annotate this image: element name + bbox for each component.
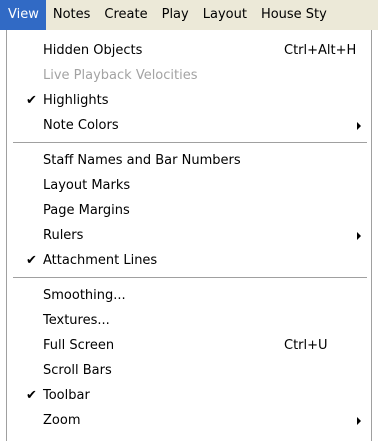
menu-item-label: Hidden Objects — [43, 43, 143, 58]
menubar-item-play[interactable]: Play — [155, 0, 196, 30]
menu-item-label: Full Screen — [43, 338, 115, 353]
menu-item-label: Scroll Bars — [43, 363, 112, 378]
menu-item-label: Rulers — [43, 228, 84, 243]
menubar-item-layout[interactable]: Layout — [196, 0, 254, 30]
menu-separator — [13, 142, 367, 144]
menu-item-label: Zoom — [43, 413, 81, 428]
menu-item-label: Staff Names and Bar Numbers — [43, 153, 241, 168]
menu-item-hidden-objects[interactable]: Hidden Objects Ctrl+Alt+H — [7, 38, 371, 63]
menu-item-rulers[interactable]: Rulers — [7, 223, 371, 248]
menu-item-page-margins[interactable]: Page Margins — [7, 198, 371, 223]
menu-item-label: Highlights — [43, 93, 109, 108]
shortcut-label: Ctrl+Alt+H — [284, 43, 357, 58]
menu-item-textures[interactable]: Textures... — [7, 308, 371, 333]
view-menu-dropdown: Hidden Objects Ctrl+Alt+H Live Playback … — [6, 30, 372, 441]
menu-item-label: Page Margins — [43, 203, 130, 218]
app-window: View Notes Create Play Layout House Sty … — [0, 0, 378, 441]
menu-item-note-colors[interactable]: Note Colors — [7, 113, 371, 138]
menu-item-full-screen[interactable]: Full Screen Ctrl+U — [7, 333, 371, 358]
menu-item-zoom[interactable]: Zoom — [7, 408, 371, 433]
checkmark-icon: ✔ — [26, 93, 37, 108]
menubar-item-house-style[interactable]: House Sty — [254, 0, 334, 30]
menu-separator — [13, 277, 367, 279]
shortcut-label: Ctrl+U — [284, 338, 328, 353]
chevron-right-icon — [357, 232, 361, 240]
menu-item-smoothing[interactable]: Smoothing... — [7, 283, 371, 308]
checkmark-icon: ✔ — [26, 388, 37, 403]
checkmark-icon: ✔ — [26, 253, 37, 268]
menubar-item-notes[interactable]: Notes — [46, 0, 98, 30]
menu-bar: View Notes Create Play Layout House Sty — [0, 0, 378, 30]
menu-item-staff-names-and-bar-numbers[interactable]: Staff Names and Bar Numbers — [7, 148, 371, 173]
menu-item-layout-marks[interactable]: Layout Marks — [7, 173, 371, 198]
menu-item-label: Toolbar — [43, 388, 90, 403]
menu-item-label: Layout Marks — [43, 178, 131, 193]
menu-item-label: Textures... — [43, 313, 110, 328]
menu-item-toolbar[interactable]: ✔ Toolbar — [7, 383, 371, 408]
menu-item-live-playback-velocities: Live Playback Velocities — [7, 63, 371, 88]
menu-item-highlights[interactable]: ✔ Highlights — [7, 88, 371, 113]
menu-item-label: Note Colors — [43, 118, 119, 133]
menu-item-scroll-bars[interactable]: Scroll Bars — [7, 358, 371, 383]
menubar-item-create[interactable]: Create — [97, 0, 154, 30]
menu-item-label: Attachment Lines — [43, 253, 158, 268]
menu-item-label: Live Playback Velocities — [43, 68, 198, 83]
chevron-right-icon — [357, 122, 361, 130]
menu-item-label: Smoothing... — [43, 288, 126, 303]
chevron-right-icon — [357, 417, 361, 425]
menu-item-attachment-lines[interactable]: ✔ Attachment Lines — [7, 248, 371, 273]
menubar-item-view[interactable]: View — [0, 0, 46, 30]
